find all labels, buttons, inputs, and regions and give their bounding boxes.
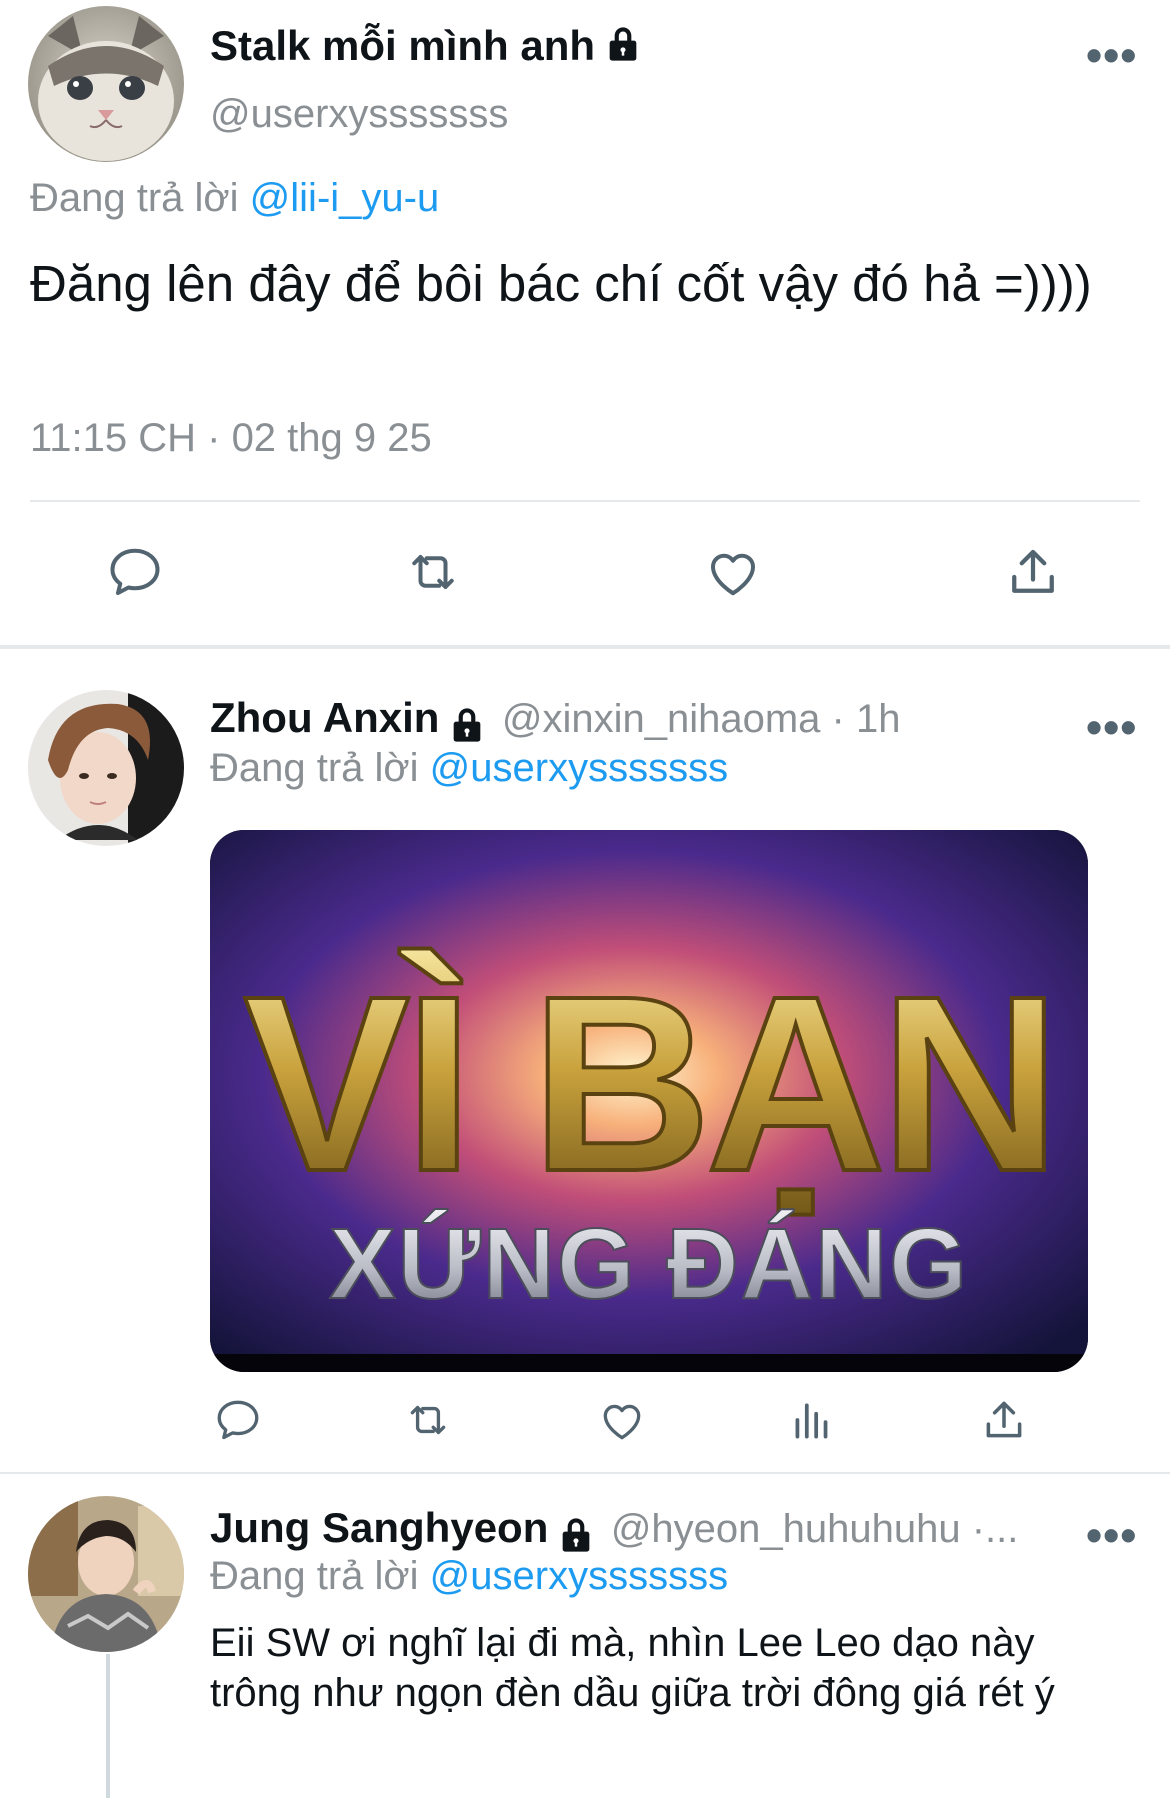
tweet-media-image[interactable]: VÌ BẠN XỨNG ĐÁNG	[210, 830, 1088, 1372]
divider	[0, 1472, 1170, 1474]
reply-mention-link[interactable]: @userxysssssss	[430, 746, 728, 790]
handle[interactable]: @hyeon_huhuhuhu ·...	[611, 1507, 1019, 1551]
reply-icon[interactable]	[100, 540, 170, 604]
lock-icon	[447, 705, 487, 750]
lock-icon	[603, 24, 643, 74]
reply-prefix: Đang trả lời	[210, 1554, 419, 1598]
thread-line	[106, 1654, 110, 1798]
tweet-text: Eii SW ơi nghĩ lại đi mà, nhìn Lee Leo d…	[210, 1621, 1055, 1715]
share-icon[interactable]	[998, 540, 1068, 604]
tweet-text: Đăng lên đây để bôi bác chí cốt vậy đó h…	[30, 255, 1092, 312]
divider	[30, 500, 1140, 502]
avatar[interactable]	[28, 6, 184, 162]
display-name[interactable]: Jung Sanghyeon	[210, 1504, 548, 1551]
share-icon[interactable]	[976, 1392, 1032, 1448]
like-icon[interactable]	[698, 540, 768, 604]
avatar[interactable]	[28, 690, 184, 846]
media-title-line1: VÌ BẠN	[243, 944, 1054, 1223]
replying-to: Đang trả lời @userxysssssss	[210, 1554, 728, 1599]
reply-prefix: Đang trả lời	[30, 176, 239, 220]
retweet-icon[interactable]	[400, 1392, 456, 1448]
reply-icon[interactable]	[210, 1392, 266, 1448]
more-options-button[interactable]: •••	[1086, 1508, 1137, 1562]
retweet-icon[interactable]	[398, 540, 468, 604]
avatar[interactable]	[28, 1496, 184, 1652]
reply-mention-link[interactable]: @userxysssssss	[430, 1554, 728, 1598]
reply-prefix: Đang trả lời	[210, 746, 419, 790]
replying-to: Đang trả lời @lii-i_yu-u	[30, 176, 439, 221]
handle[interactable]: @xinxin_nihaoma · 1h	[502, 697, 901, 741]
views-icon[interactable]	[784, 1392, 840, 1448]
reply-mention-link[interactable]: @lii-i_yu-u	[250, 176, 440, 220]
reply-header: Zhou Anxin @xinxin_nihaoma · 1h	[210, 694, 900, 750]
more-options-button[interactable]: •••	[1086, 28, 1137, 82]
person-avatar-image	[28, 690, 184, 846]
display-name[interactable]: Stalk mỗi mình anh	[210, 22, 595, 69]
media-title-line2: XỨNG ĐÁNG	[329, 1208, 969, 1320]
reply-header: Jung Sanghyeon @hyeon_huhuhuhu ·...	[210, 1504, 1080, 1560]
person-avatar-image	[28, 1496, 184, 1652]
media-artwork: VÌ BẠN XỨNG ĐÁNG	[210, 830, 1088, 1372]
timestamp[interactable]: 11:15 CH · 02 thg 9 25	[30, 416, 432, 461]
cat-avatar-image	[28, 6, 184, 162]
section-divider	[0, 645, 1170, 649]
replying-to: Đang trả lời @userxysssssss	[210, 746, 728, 791]
handle[interactable]: @userxysssssss	[210, 92, 508, 137]
display-name[interactable]: Zhou Anxin	[210, 694, 439, 741]
like-icon[interactable]	[594, 1392, 650, 1448]
more-options-button[interactable]: •••	[1086, 700, 1137, 754]
